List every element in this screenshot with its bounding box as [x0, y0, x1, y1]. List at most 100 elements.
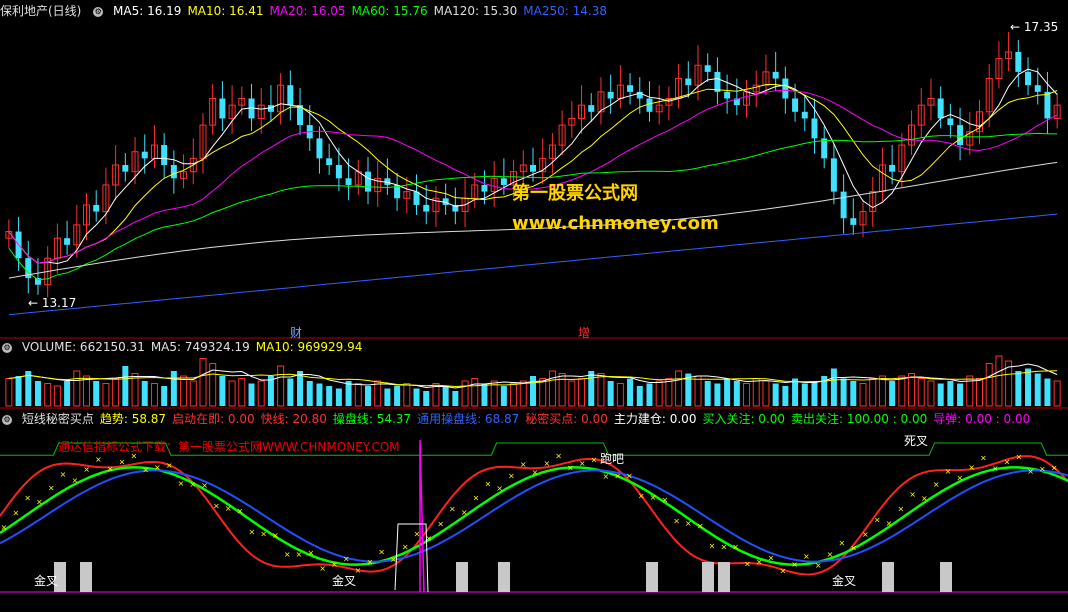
chart-window: × × × × × × × × × × × × × × × × × × × × × × × × × × × × × × × × × × × × × × × ×… [0, 0, 1068, 612]
trend-point: × [60, 470, 67, 479]
volume-bar [219, 376, 226, 406]
volume-panel-header: ⚙ VOLUME: 662150.31 MA5: 749324.19 MA10: 9… [0, 338, 374, 356]
trend-point: × [732, 542, 739, 551]
volume-bar [112, 378, 120, 407]
trend-point: × [1051, 464, 1058, 473]
candle-body [1025, 71, 1032, 86]
volume-bar [5, 378, 13, 407]
ma-legend-item-1: MA10: 16.41 [187, 4, 264, 18]
volume-bar [675, 370, 683, 407]
candle-body [1034, 85, 1041, 92]
volume-bar [607, 381, 614, 406]
candle-body [364, 171, 371, 192]
trend-point: × [685, 519, 692, 528]
indicator-legend-item-6: 秘密买点: 0.00 [525, 412, 608, 426]
signal-block [498, 562, 510, 592]
price-low-label: ← 13.17 [28, 296, 77, 310]
volume-bar [306, 381, 313, 406]
trend-point: × [980, 454, 987, 463]
volume-bar [25, 371, 32, 406]
trend-point: × [638, 491, 645, 500]
trend-point: × [779, 567, 786, 576]
candle-body [811, 118, 818, 139]
indicator-legend-item-7: 主力建仓: 0.00 [613, 412, 697, 426]
settings-icon[interactable]: ⚙ [2, 342, 12, 353]
trend-point: × [461, 508, 468, 517]
volume-bar [481, 383, 488, 406]
volume-bar [44, 383, 52, 407]
trend-point: × [119, 457, 126, 466]
trend-point: × [390, 555, 397, 564]
trend-point: × [956, 474, 963, 483]
trend-point: × [697, 521, 704, 530]
trend-point: × [791, 560, 798, 569]
trend-point: × [827, 550, 834, 559]
trend-point: × [968, 463, 975, 472]
candle-body [724, 91, 731, 99]
candle-body [947, 118, 954, 126]
volume-bar [199, 358, 207, 407]
volume-bar [1025, 368, 1032, 406]
trend-point: × [555, 451, 562, 460]
volume-bar [1053, 380, 1061, 407]
volume-legend: VOLUME: 662150.31 MA5: 749324.19 MA10: 969… [22, 340, 369, 354]
candle-body [627, 85, 634, 92]
trend-point: × [331, 560, 338, 569]
indicator-legend-item-5: 通用操盘线: 68.87 [417, 412, 520, 426]
indicator-legend-item-4: 操盘线: 54.37 [332, 412, 412, 426]
trend-point: × [213, 502, 220, 511]
trend-point: × [614, 471, 621, 480]
trend-point: × [933, 480, 940, 489]
volume-legend-item-0: VOLUME: 662150.31 [21, 340, 145, 354]
death-cross-label: 死叉 [904, 434, 929, 448]
volume-bar [471, 378, 479, 407]
signal-block [718, 562, 730, 592]
volume-bar [782, 386, 789, 406]
trend-point: × [1015, 452, 1022, 461]
trend-point: × [154, 463, 161, 472]
volume-bar [413, 388, 420, 406]
volume-bar [64, 381, 71, 406]
indicator-legend-item-1: 趋势: 58.87 [99, 412, 167, 426]
trend-point: × [378, 548, 385, 557]
signal-block [702, 562, 714, 592]
general-operating-line [0, 469, 1068, 563]
volume-bar [461, 380, 469, 407]
candle-body [957, 125, 964, 146]
volume-bar [636, 386, 643, 406]
trend-point: × [520, 460, 527, 469]
volume-bar [150, 383, 158, 407]
ma-legend-item-5: MA250: 14.38 [523, 4, 607, 18]
volume-bar [519, 380, 527, 407]
settings-icon[interactable]: ⚙ [2, 414, 12, 425]
trend-point: × [24, 494, 31, 503]
missile-spike [419, 439, 425, 593]
volume-bar [326, 386, 333, 406]
trend-point: × [921, 494, 928, 503]
trend-point: × [402, 543, 409, 552]
volume-bar [238, 378, 246, 407]
volume-bar [957, 383, 964, 406]
trend-point: × [886, 519, 893, 528]
trend-point: × [803, 552, 810, 561]
candle-body [530, 165, 536, 172]
candle-body [685, 78, 692, 86]
trend-point: × [897, 504, 904, 513]
trend-point: × [709, 541, 716, 550]
trend-point: × [532, 468, 539, 477]
volume-bar [714, 383, 721, 406]
volume-bar [588, 371, 595, 406]
volume-bar [995, 355, 1003, 407]
trend-point: × [850, 544, 857, 553]
volume-bar [947, 381, 954, 406]
settings-icon[interactable]: ⚙ [93, 6, 104, 17]
candle-body [1015, 51, 1022, 72]
volume-bar [937, 383, 944, 406]
candle-body [704, 65, 711, 72]
volume-bar [597, 373, 605, 407]
volume-bar [316, 383, 323, 406]
volume-bar [345, 381, 352, 406]
volume-legend-item-1: MA5: 749324.19 [150, 340, 250, 354]
price-panel-header: 保利地产(日线) ⚙ MA5: 16.19 MA10: 16.41 MA20: 16… [0, 2, 619, 20]
trend-point: × [1027, 467, 1034, 476]
